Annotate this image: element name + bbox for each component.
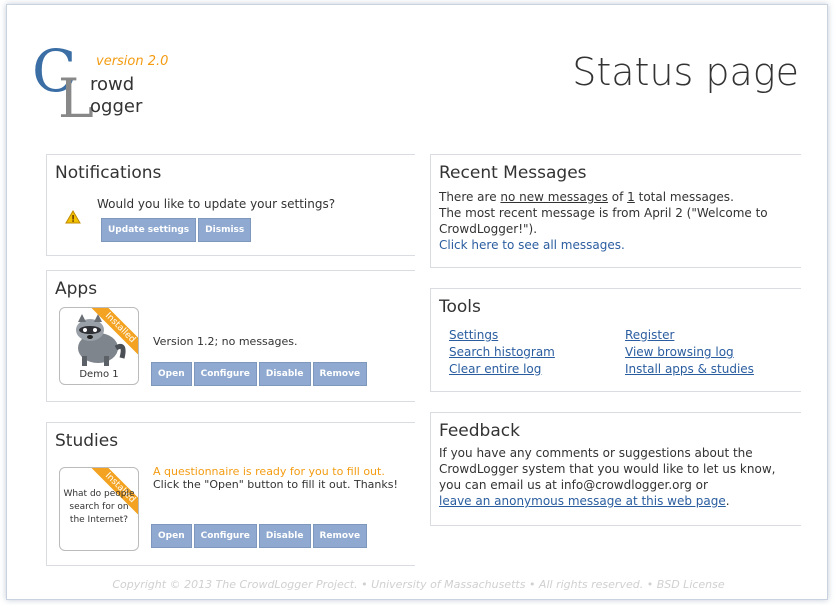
warning-icon <box>65 209 81 228</box>
search-histogram-link[interactable]: Search histogram <box>449 344 555 361</box>
total-messages-link[interactable]: 1 <box>627 190 635 204</box>
study-configure-button[interactable]: Configure <box>193 524 257 548</box>
update-settings-button[interactable]: Update settings <box>101 218 197 242</box>
click-here-link[interactable]: Click here <box>439 238 498 252</box>
apps-panel: Apps Installed Demo 1 Version 1.2; no me… <box>46 270 415 402</box>
logo-version: version 2.0 <box>96 54 169 69</box>
study-remove-button[interactable]: Remove <box>312 524 368 548</box>
app-configure-button[interactable]: Configure <box>193 362 257 386</box>
notifications-panel: Notifications Would you like to update y… <box>46 154 415 256</box>
page-title: Status page <box>572 50 799 94</box>
recent-messages-panel: Recent Messages There are no new message… <box>430 154 801 268</box>
study-name: What do people search for on the Interne… <box>63 489 135 525</box>
app-disable-button[interactable]: Disable <box>258 362 311 386</box>
app-tile-demo1[interactable]: Installed Demo 1 <box>59 307 139 385</box>
study-status: Click the "Open" button to fill it out. … <box>153 478 398 491</box>
messages-text-suffix: total messages. <box>634 190 734 204</box>
study-open-button[interactable]: Open <box>151 524 192 548</box>
recent-messages-body: There are no new messages of 1 total mes… <box>439 189 793 253</box>
dismiss-button[interactable]: Dismiss <box>198 218 252 242</box>
apps-title: Apps <box>55 279 98 299</box>
install-apps-link[interactable]: Install apps & studies <box>625 361 754 378</box>
studies-panel: Studies Installed What do people search … <box>46 422 415 566</box>
studies-title: Studies <box>55 431 119 451</box>
study-tile[interactable]: Installed What do people search for on t… <box>59 467 139 551</box>
notification-message: Would you like to update your settings? <box>97 197 336 211</box>
view-browsing-log-link[interactable]: View browsing log <box>625 344 754 361</box>
logo-text-logger: ogger <box>90 96 143 117</box>
tools-title: Tools <box>439 297 481 317</box>
logo-l-letter: L <box>58 67 94 130</box>
app-status: Version 1.2; no messages. <box>153 335 298 348</box>
feedback-text: If you have any comments or suggestions … <box>439 446 776 492</box>
settings-link[interactable]: Settings <box>449 327 555 344</box>
register-link[interactable]: Register <box>625 327 754 344</box>
clear-log-link[interactable]: Clear entire log <box>449 361 555 378</box>
app-remove-button[interactable]: Remove <box>312 362 368 386</box>
new-messages-link[interactable]: no new messages <box>500 190 608 204</box>
messages-text-mid: of <box>607 190 628 204</box>
logo-text-crowd: rowd <box>90 74 135 95</box>
footer-copyright: Copyright © 2013 The CrowdLogger Project… <box>112 578 725 591</box>
app-name: Demo 1 <box>79 369 119 380</box>
crowdlogger-logo: C L version 2.0 rowd ogger <box>32 42 192 126</box>
tools-panel: Tools Settings Search histogram Clear en… <box>430 288 801 392</box>
feedback-body: If you have any comments or suggestions … <box>439 445 793 509</box>
feedback-suffix: . <box>725 494 730 508</box>
recent-messages-title: Recent Messages <box>439 163 587 183</box>
most-recent-message: The most recent message is from April 2 … <box>439 206 768 236</box>
app-open-button[interactable]: Open <box>151 362 192 386</box>
study-alert: A questionnaire is ready for you to fill… <box>153 465 385 478</box>
click-here-suffix: to see all messages. <box>498 238 625 252</box>
feedback-title: Feedback <box>439 421 520 441</box>
messages-text-prefix: There are <box>439 190 501 204</box>
study-disable-button[interactable]: Disable <box>258 524 311 548</box>
feedback-panel: Feedback If you have any comments or sug… <box>430 412 801 526</box>
anonymous-message-link[interactable]: leave an anonymous message at this web p… <box>439 494 726 508</box>
notifications-title: Notifications <box>55 163 162 183</box>
